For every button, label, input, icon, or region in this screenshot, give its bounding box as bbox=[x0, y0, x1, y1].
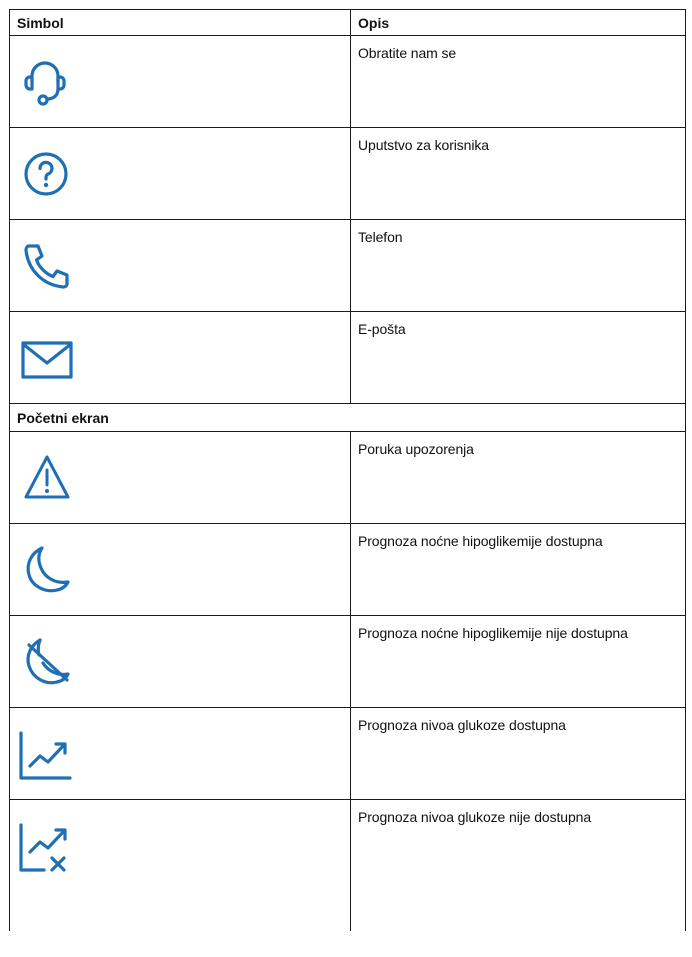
question-icon bbox=[22, 150, 70, 198]
symbol-table: Simbol Opis Obratite nam se Uputstvo za … bbox=[9, 9, 686, 931]
table-row: Prognoza noćne hipoglikemije dostupna bbox=[9, 523, 686, 616]
table-row: Prognoza nivoa glukoze dostupna bbox=[9, 707, 686, 800]
moon-slash-icon bbox=[23, 636, 73, 688]
headset-icon bbox=[23, 56, 67, 108]
trend-chart-icon bbox=[18, 730, 74, 782]
mail-icon bbox=[21, 341, 73, 379]
section-title: Početni ekran bbox=[9, 403, 686, 432]
header-description: Opis bbox=[350, 9, 686, 36]
header-symbol: Simbol bbox=[9, 9, 351, 36]
table-row: Obratite nam se bbox=[9, 35, 686, 128]
row-description: Prognoza nivoa glukoze dostupna bbox=[350, 707, 686, 800]
row-description: Prognoza nivoa glukoze nije dostupna bbox=[350, 799, 686, 931]
phone-icon bbox=[23, 240, 73, 290]
row-description: Obratite nam se bbox=[350, 35, 686, 128]
table-row: Poruka upozorenja bbox=[9, 431, 686, 524]
table-row: Prognoza nivoa glukoze nije dostupna bbox=[9, 799, 686, 931]
section-row: Početni ekran bbox=[9, 403, 686, 432]
trend-chart-x-icon bbox=[18, 822, 74, 876]
row-description: Telefon bbox=[350, 219, 686, 312]
table-row: E-pošta bbox=[9, 311, 686, 404]
table-header-row: Simbol Opis bbox=[9, 9, 686, 36]
table-row: Telefon bbox=[9, 219, 686, 312]
table-row: Prognoza noćne hipoglikemije nije dostup… bbox=[9, 615, 686, 708]
table-row: Uputstvo za korisnika bbox=[9, 127, 686, 220]
warning-icon bbox=[23, 454, 71, 500]
row-description: E-pošta bbox=[350, 311, 686, 404]
row-description: Uputstvo za korisnika bbox=[350, 127, 686, 220]
moon-icon bbox=[23, 544, 71, 596]
row-description: Prognoza noćne hipoglikemije dostupna bbox=[350, 523, 686, 616]
row-description: Prognoza noćne hipoglikemije nije dostup… bbox=[350, 615, 686, 708]
row-description: Poruka upozorenja bbox=[350, 431, 686, 524]
